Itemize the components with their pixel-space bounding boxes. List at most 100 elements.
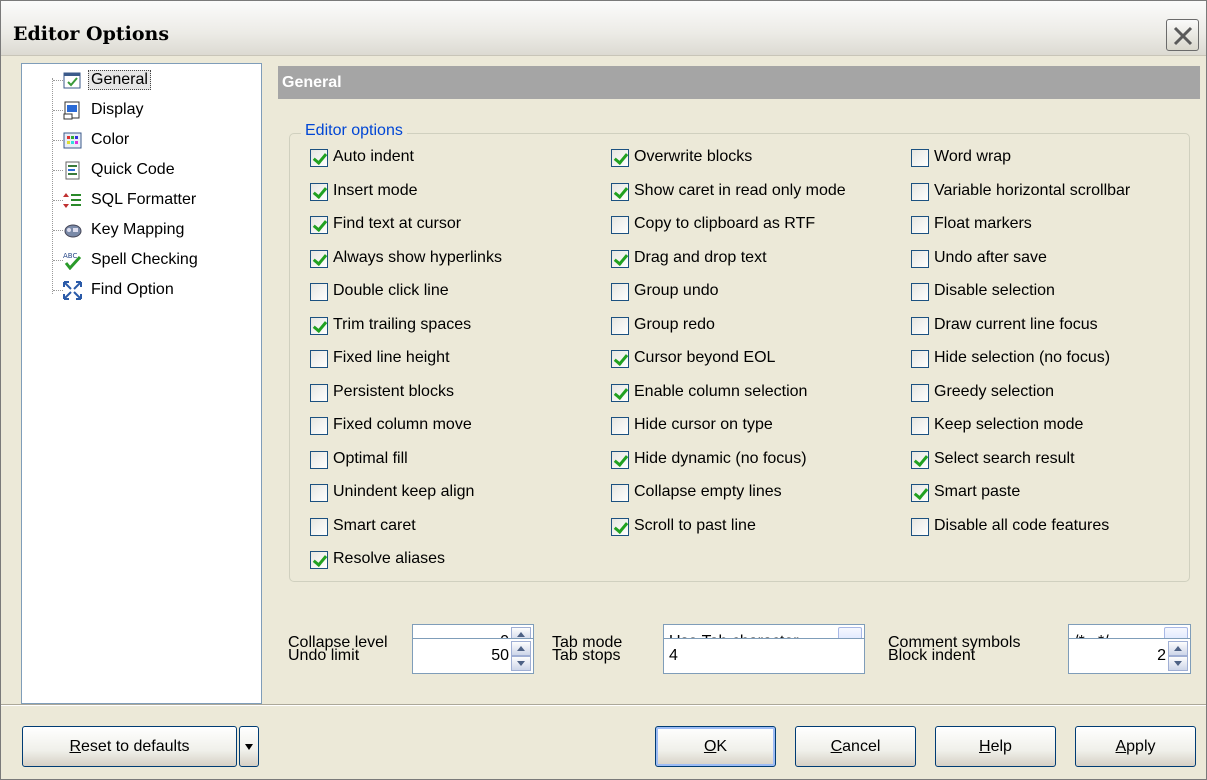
apply-accelerator: A — [1115, 738, 1127, 755]
arrow-up-icon — [1174, 646, 1182, 651]
tree-item-sql-formatter[interactable]: SQL Formatter — [22, 188, 257, 214]
window-title: Editor Options — [13, 23, 170, 45]
option-label: Double click line — [333, 282, 449, 299]
option-label: Hide dynamic (no focus) — [634, 450, 807, 467]
option-label: Always show hyperlinks — [333, 249, 502, 266]
checkbox-box[interactable] — [611, 183, 629, 201]
title-bar: Editor Options — [1, 1, 1206, 56]
option-label: Optimal fill — [333, 450, 408, 467]
checkbox-box[interactable] — [911, 216, 929, 234]
checkbox-box[interactable] — [310, 417, 328, 435]
option-label: Fixed column move — [333, 416, 472, 433]
checkbox-box[interactable] — [310, 250, 328, 268]
checkbox-box[interactable] — [611, 484, 629, 502]
checkbox-box[interactable] — [310, 183, 328, 201]
checkbox-box[interactable] — [611, 417, 629, 435]
checkbox-box[interactable] — [310, 216, 328, 234]
tree-item-label: Spell Checking — [91, 251, 198, 268]
color-icon — [63, 132, 82, 149]
checkbox-box[interactable] — [611, 317, 629, 335]
checkbox-box[interactable] — [911, 283, 929, 301]
group-title: Editor options — [301, 122, 407, 140]
checkbox-box[interactable] — [611, 216, 629, 234]
undo-limit-spinner[interactable]: 50 — [412, 638, 534, 674]
tree-item-label: Display — [91, 101, 144, 118]
tree-item-key-mapping[interactable]: Key Mapping — [22, 218, 257, 244]
tab-stops-field[interactable]: 4 — [663, 638, 865, 674]
tree-item-label: Color — [91, 131, 130, 148]
checkbox-box[interactable] — [611, 250, 629, 268]
checkbox-box[interactable] — [310, 283, 328, 301]
svg-text:ABC: ABC — [63, 252, 77, 260]
block-indent-value: 2 — [1157, 647, 1166, 664]
checkbox-box[interactable] — [911, 417, 929, 435]
tree-item-find-option[interactable]: Find Option — [22, 278, 257, 304]
checkbox-box[interactable] — [911, 518, 929, 536]
checkbox-box[interactable] — [911, 250, 929, 268]
spin-up-button[interactable] — [1168, 641, 1188, 656]
cancel-button[interactable]: Cancel — [795, 726, 916, 767]
checkbox-box[interactable] — [911, 317, 929, 335]
editor-options-dialog: Editor Options General Display Color Qui… — [0, 0, 1207, 780]
spin-down-button[interactable] — [511, 656, 531, 671]
checkbox-box[interactable] — [310, 451, 328, 469]
checkbox-box[interactable] — [911, 183, 929, 201]
option-label: Float markers — [934, 215, 1032, 232]
option-label: Unindent keep align — [333, 483, 475, 500]
cancel-accelerator: C — [830, 738, 843, 755]
checkbox-box[interactable] — [310, 149, 328, 167]
help-button[interactable]: Help — [935, 726, 1056, 767]
option-label: Disable selection — [934, 282, 1055, 299]
section-header: General — [278, 66, 1200, 99]
option-label: Copy to clipboard as RTF — [634, 215, 816, 232]
sql-formatter-icon — [63, 193, 81, 208]
apply-button[interactable]: Apply — [1075, 726, 1196, 767]
reset-to-defaults-button[interactable]: Reset to defaults — [22, 726, 237, 767]
tab-stops-value: 4 — [669, 647, 678, 664]
spin-up-button[interactable] — [511, 641, 531, 656]
tree-item-quick-code[interactable]: Quick Code — [22, 158, 257, 184]
checkbox-box[interactable] — [310, 384, 328, 402]
undo-limit-value: 50 — [491, 647, 509, 664]
tree-item-spell-checking[interactable]: ABC Spell Checking — [22, 248, 257, 274]
checkbox-box[interactable] — [911, 451, 929, 469]
options-tree[interactable]: General Display Color Quick Code SQL For… — [21, 63, 262, 704]
checkbox-box[interactable] — [310, 551, 328, 569]
option-label: Hide cursor on type — [634, 416, 773, 433]
checkbox-box[interactable] — [911, 484, 929, 502]
checkbox-box[interactable] — [310, 518, 328, 536]
tree-item-color[interactable]: Color — [22, 128, 257, 154]
ok-button[interactable]: OK — [655, 726, 776, 767]
checkbox-box[interactable] — [611, 451, 629, 469]
arrow-up-icon — [517, 646, 525, 651]
option-label: Keep selection mode — [934, 416, 1084, 433]
checkbox-box[interactable] — [611, 283, 629, 301]
option-label: Smart caret — [333, 517, 416, 534]
general-icon — [63, 72, 81, 89]
tree-item-general[interactable]: General — [22, 68, 257, 94]
block-indent-spinner[interactable]: 2 — [1068, 638, 1191, 674]
option-label: Disable all code features — [934, 517, 1110, 534]
checkbox-box[interactable] — [310, 484, 328, 502]
checkbox-box[interactable] — [611, 149, 629, 167]
checkbox-box[interactable] — [611, 384, 629, 402]
checkbox-box[interactable] — [611, 350, 629, 368]
tree-item-label: Find Option — [91, 281, 174, 298]
checkbox-box[interactable] — [310, 317, 328, 335]
reset-dropdown-button[interactable] — [239, 726, 259, 767]
checkbox-box[interactable] — [911, 384, 929, 402]
checkbox-box[interactable] — [310, 350, 328, 368]
checkbox-box[interactable] — [911, 149, 929, 167]
close-button[interactable] — [1166, 19, 1199, 51]
spin-down-button[interactable] — [1168, 656, 1188, 671]
arrow-down-icon — [1174, 661, 1182, 666]
display-icon — [63, 101, 80, 120]
option-label: Smart paste — [934, 483, 1021, 500]
checkbox-box[interactable] — [911, 350, 929, 368]
tab-stops-label: Tab stops — [552, 647, 621, 664]
tree-item-display[interactable]: Display — [22, 98, 257, 124]
key-mapping-icon — [64, 224, 82, 238]
quick-code-icon — [65, 161, 80, 180]
option-label: Select search result — [934, 450, 1075, 467]
checkbox-box[interactable] — [611, 518, 629, 536]
